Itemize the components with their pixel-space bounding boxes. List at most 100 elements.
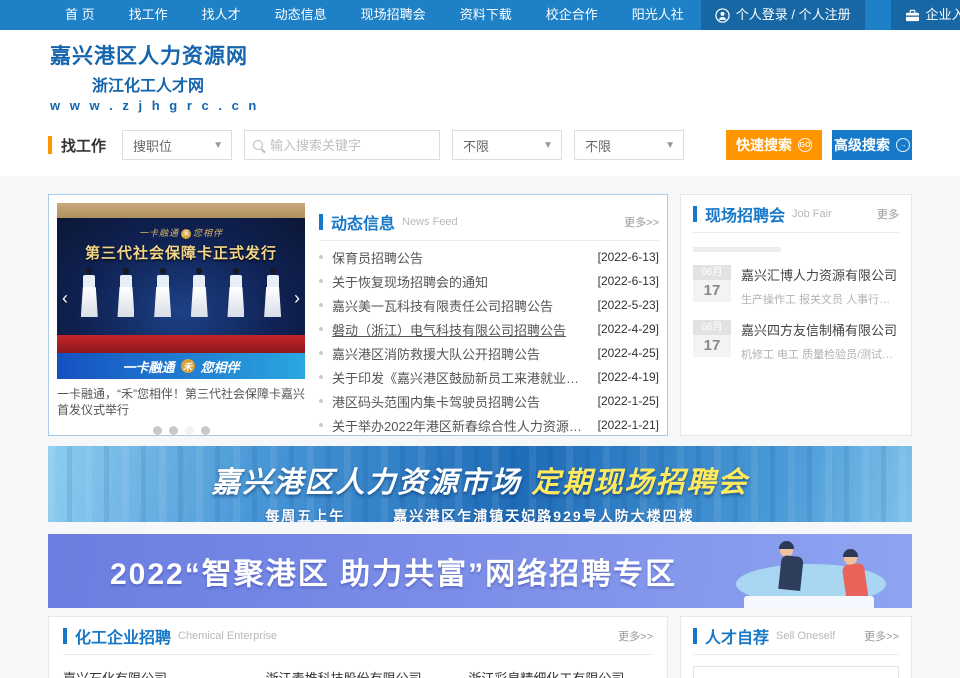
job-fair-banner[interactable]: 嘉兴港区人力资源市场 定期现场招聘会 每周五上午 嘉兴港区乍浦镇天妃路929号人… (48, 446, 912, 522)
nav-item-find-job[interactable]: 找工作 (112, 0, 185, 30)
carousel-prev-arrow[interactable]: ‹ (62, 289, 68, 307)
site-logo-title[interactable]: 嘉兴港区人力资源网 (50, 40, 960, 70)
job-fair-jobs: 机修工 电工 质量检验员/测试员 叉车... (741, 346, 899, 362)
date-badge-day: 17 (693, 280, 731, 302)
search-filter1-value: 不限 (463, 136, 489, 155)
enterprise-entry-button[interactable]: 企业入口 (891, 0, 960, 30)
person-figure (154, 268, 171, 317)
chemical-section-subtitle: Chemical Enterprise (178, 630, 277, 642)
arrow-right-icon: → (896, 138, 910, 152)
talent-more-link[interactable]: 更多>> (864, 628, 899, 644)
news-item[interactable]: 嘉兴港区消防救援大队公开招聘公告[2022-4-25] (319, 341, 659, 365)
nav-item-sunshine-hr[interactable]: 阳光人社 (615, 0, 701, 30)
businessman-figure (780, 544, 802, 590)
news-item-title[interactable]: 嘉兴港区消防救援大队公开招聘公告 (332, 344, 590, 363)
he-logo-icon: 禾 (181, 229, 191, 239)
carousel-dot-active[interactable] (185, 426, 194, 435)
talent-section-header: 人才自荐 Sell Oneself 更多>> (693, 617, 899, 655)
carousel-next-arrow[interactable]: › (294, 289, 300, 307)
news-item-title[interactable]: 嘉兴美一瓦科技有限责任公司招聘公告 (332, 296, 590, 315)
job-fair-company[interactable]: 嘉兴汇博人力资源有限公司 (741, 265, 899, 284)
news-item[interactable]: 保育员招聘公告[2022-6-13] (319, 245, 659, 269)
news-section-header: 动态信息 News Feed 更多>> (319, 203, 659, 241)
news-item-title[interactable]: 港区码头范围内集卡驾驶员招聘公告 (332, 392, 590, 411)
advanced-search-button[interactable]: 高级搜索 → (832, 130, 912, 160)
news-item-date: [2022-1-21] (598, 418, 659, 432)
company-cell[interactable]: 浙江彩皇精细化工有限公司 普工（制造科） 营业担当 (468, 668, 653, 678)
carousel-caption[interactable]: 一卡融通，“禾”您相伴！第三代社会保障卡嘉兴首发仪式举行 (57, 386, 305, 418)
search-filter2-select[interactable]: 不限 ▼ (574, 130, 684, 160)
news-item-date: [2022-1-25] (598, 394, 659, 408)
news-item-title[interactable]: 磐动（浙江）电气科技有限公司招聘公告 (332, 320, 590, 339)
news-column: 动态信息 News Feed 更多>> 保育员招聘公告[2022-6-13] 关… (319, 203, 659, 427)
quick-search-button[interactable]: 快速搜索 GO (726, 130, 822, 160)
job-fair-banner-subtitle: 每周五上午 嘉兴港区乍浦镇天妃路929号人防大楼四楼 (48, 506, 912, 522)
bullet-icon (319, 255, 323, 259)
slide-ceiling (57, 203, 305, 218)
carousel-dot[interactable] (153, 426, 162, 435)
company-cell[interactable]: 浙江麦堆科技股份有限公司 销售专员 会计 土建主管 (266, 668, 451, 678)
bullet-icon (319, 375, 323, 379)
slide-top-right: 您相伴 (193, 228, 223, 238)
chevron-down-icon: ▼ (665, 140, 675, 151)
news-item[interactable]: 港区码头范围内集卡驾驶员招聘公告 [2022-1-25] (319, 389, 659, 413)
news-item-title[interactable]: 关于印发《嘉兴港区鼓励新员工来港就业补助操作... (332, 368, 590, 387)
news-item[interactable]: 关于举办2022年港区新春综合性人力资源暨春风... [2022-1-21] (319, 413, 659, 437)
illustration-desk (744, 596, 874, 608)
chevron-down-icon: ▼ (213, 140, 223, 151)
divider (693, 247, 781, 252)
nav-item-downloads[interactable]: 资料下载 (443, 0, 529, 30)
job-fair-company[interactable]: 嘉兴四方友信制桶有限公司 (741, 320, 899, 339)
job-fair-more-link[interactable]: 更多 (877, 206, 899, 222)
date-badge-month: 06月 (693, 265, 731, 280)
job-fair-item-info: 嘉兴四方友信制桶有限公司 机修工 电工 质量检验员/测试员 叉车... (741, 320, 899, 362)
banner-title-white: 嘉兴港区人力资源市场 (211, 467, 521, 499)
carousel-dot[interactable] (169, 426, 178, 435)
news-item-hovered[interactable]: 磐动（浙江）电气科技有限公司招聘公告[2022-4-29] (319, 317, 659, 341)
news-item[interactable]: 关于印发《嘉兴港区鼓励新员工来港就业补助操作...[2022-4-19] (319, 365, 659, 389)
company-name[interactable]: 嘉兴石化有限公司 (63, 668, 248, 678)
company-name[interactable]: 浙江麦堆科技股份有限公司 (266, 668, 451, 678)
nav-item-home[interactable]: 首 页 (48, 0, 112, 30)
talent-card[interactable]: P243243 男 ｜ 嘉兴市->嘉兴港区 ｜ 八年以上 (693, 666, 899, 678)
search-category-select[interactable]: 搜职位 ▼ (122, 130, 232, 160)
job-fair-item[interactable]: 06月 17 嘉兴汇博人力资源有限公司 生产操作工 报关文员 人事行政助理... (693, 265, 899, 307)
company-name[interactable]: 浙江彩皇精细化工有限公司 (468, 668, 653, 678)
search-filter2-value: 不限 (585, 136, 611, 155)
person-figure (117, 268, 134, 317)
nav-item-job-fair[interactable]: 现场招聘会 (344, 0, 443, 30)
job-fair-item[interactable]: 06月 17 嘉兴四方友信制桶有限公司 机修工 电工 质量检验员/测试员 叉车.… (693, 320, 899, 362)
chevron-down-icon: ▼ (543, 140, 553, 151)
news-item-title[interactable]: 关于举办2022年港区新春综合性人力资源暨春风... (332, 416, 590, 435)
section-accent-bar (319, 214, 323, 230)
search-input[interactable] (270, 138, 431, 153)
talent-panel: 人才自荐 Sell Oneself 更多>> P243243 男 ｜ 嘉兴市->… (680, 616, 912, 678)
nav-item-find-talent[interactable]: 找人才 (185, 0, 258, 30)
news-item-title[interactable]: 保育员招聘公告 (332, 248, 590, 267)
section-accent-bar (693, 206, 697, 222)
job-fair-banner-title: 嘉兴港区人力资源市场 定期现场招聘会 (48, 459, 912, 501)
company-cell[interactable]: 嘉兴石化有限公司 工艺员 设备管理 警卫（残疾工） (63, 668, 248, 678)
personal-login-button[interactable]: 个人登录 / 个人注册 (701, 0, 865, 30)
online-recruitment-banner[interactable]: 2022“智聚港区 助力共富”网络招聘专区 (48, 534, 912, 608)
site-header: 嘉兴港区人力资源网 浙江化工人才网 w w w . z j h g r c . … (0, 30, 960, 122)
news-more-link[interactable]: 更多>> (624, 214, 659, 230)
bullet-icon (319, 351, 323, 355)
search-bar: 找工作 搜职位 ▼ 不限 ▼ 不限 ▼ 快速搜索 GO 高级搜索 → (0, 122, 960, 176)
news-item[interactable]: 嘉兴美一瓦科技有限责任公司招聘公告[2022-5-23] (319, 293, 659, 317)
search-filter1-select[interactable]: 不限 ▼ (452, 130, 562, 160)
slide-red-carpet (57, 335, 305, 353)
nav-item-school-coop[interactable]: 校企合作 (529, 0, 615, 30)
job-fair-jobs: 生产操作工 报关文员 人事行政助理... (741, 291, 899, 307)
slide-people (57, 268, 305, 317)
chemical-more-link[interactable]: 更多>> (618, 628, 653, 644)
nav-item-news[interactable]: 动态信息 (258, 0, 344, 30)
site-logo-url: w w w . z j h g r c . c n (50, 98, 960, 113)
news-panel: 一卡融通禾您相伴 第三代社会保障卡正式发行 (48, 194, 668, 436)
news-item-title[interactable]: 关于恢复现场招聘会的通知 (332, 272, 590, 291)
banner-text-left: 一卡融通 (122, 357, 174, 376)
news-item[interactable]: 关于恢复现场招聘会的通知[2022-6-13] (319, 269, 659, 293)
carousel-dot[interactable] (201, 426, 210, 435)
banner-text-right: 您相伴 (201, 357, 240, 376)
carousel-slide[interactable]: 一卡融通禾您相伴 第三代社会保障卡正式发行 (57, 203, 305, 379)
